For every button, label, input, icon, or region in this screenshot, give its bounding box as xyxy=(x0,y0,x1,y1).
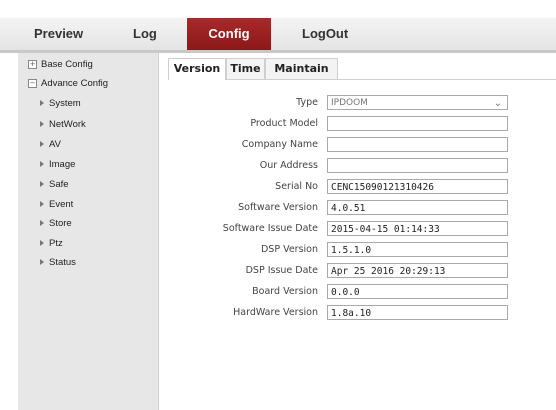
software-issue-date-label: Software Issue Date xyxy=(222,223,318,234)
triangle-right-icon xyxy=(40,220,44,226)
software-version-field[interactable]: 4.0.51 xyxy=(327,200,508,215)
triangle-right-icon xyxy=(40,240,44,246)
hardware-version-field[interactable]: 1.8a.10 xyxy=(327,305,508,320)
type-select-value: IPDOOM xyxy=(331,98,368,108)
software-version-label: Software Version xyxy=(238,202,318,213)
tab-time[interactable]: Time xyxy=(226,58,265,79)
sidebar-item-event[interactable]: Event xyxy=(40,199,73,210)
tree-advance-config[interactable]: − Advance Config xyxy=(28,78,108,89)
nav-log[interactable]: Log xyxy=(133,18,157,50)
type-select[interactable]: IPDOOM ⌄ xyxy=(327,95,508,110)
hardware-version-label: HardWare Version xyxy=(233,307,318,318)
sidebar-item-label: AV xyxy=(49,139,61,150)
triangle-right-icon xyxy=(40,121,44,127)
tree-base-config[interactable]: + Base Config xyxy=(28,59,93,70)
plus-box-icon[interactable]: + xyxy=(28,60,37,69)
sidebar-item-image[interactable]: Image xyxy=(40,159,75,170)
board-version-label: Board Version xyxy=(252,286,318,297)
sidebar-item-safe[interactable]: Safe xyxy=(40,179,69,190)
sidebar-item-system[interactable]: System xyxy=(40,98,81,109)
sidebar-item-label: System xyxy=(49,98,81,109)
our-address-label: Our Address xyxy=(259,160,318,171)
dsp-issue-date-field[interactable]: Apr 25 2016 20:29:13 xyxy=(327,263,508,278)
type-label: Type xyxy=(296,97,318,108)
sidebar-item-network[interactable]: NetWork xyxy=(40,119,86,130)
triangle-right-icon xyxy=(40,161,44,167)
board-version-field[interactable]: 0.0.0 xyxy=(327,284,508,299)
tab-maintain[interactable]: Maintain xyxy=(265,58,338,79)
sidebar-item-label: Image xyxy=(49,159,76,170)
top-nav: Preview Log Config LogOut xyxy=(0,18,556,53)
company-name-label: Company Name xyxy=(241,139,318,150)
sidebar-item-status[interactable]: Status xyxy=(40,257,76,268)
tree-advance-config-label: Advance Config xyxy=(41,78,109,89)
sidebar-item-ptz[interactable]: Ptz xyxy=(40,238,63,249)
sidebar-item-label: Ptz xyxy=(49,238,63,249)
chevron-down-icon[interactable]: ⌄ xyxy=(494,96,502,109)
sidebar-item-store[interactable]: Store xyxy=(40,218,72,229)
main-panel: Version Time Maintain Type IPDOOM ⌄ Prod… xyxy=(160,53,556,410)
dsp-version-label: DSP Version xyxy=(260,244,318,255)
sidebar-item-av[interactable]: AV xyxy=(40,139,61,150)
serial-no-label: Serial No xyxy=(275,181,318,192)
nav-logout[interactable]: LogOut xyxy=(302,18,348,50)
triangle-right-icon xyxy=(40,259,44,265)
sidebar-item-label: Safe xyxy=(49,179,69,190)
triangle-right-icon xyxy=(40,181,44,187)
tab-version[interactable]: Version xyxy=(168,58,226,80)
triangle-right-icon xyxy=(40,141,44,147)
company-name-field[interactable] xyxy=(327,137,508,152)
triangle-right-icon xyxy=(40,100,44,106)
nav-preview[interactable]: Preview xyxy=(34,18,83,50)
product-model-field[interactable] xyxy=(327,116,508,131)
triangle-right-icon xyxy=(40,201,44,207)
nav-config[interactable]: Config xyxy=(187,18,271,50)
our-address-field[interactable] xyxy=(327,158,508,173)
dsp-issue-date-label: DSP Issue Date xyxy=(245,265,318,276)
sidebar-item-label: Event xyxy=(49,199,74,210)
sidebar-item-label: Status xyxy=(49,257,76,268)
dsp-version-field[interactable]: 1.5.1.0 xyxy=(327,242,508,257)
sidebar-item-label: NetWork xyxy=(49,119,86,130)
product-model-label: Product Model xyxy=(250,118,318,129)
minus-box-icon[interactable]: − xyxy=(28,79,37,88)
serial-no-field[interactable]: CENC15090121310426 xyxy=(327,179,508,194)
sidebar-item-label: Store xyxy=(49,218,72,229)
software-issue-date-field[interactable]: 2015-04-15 01:14:33 xyxy=(327,221,508,236)
tab-strip: Version Time Maintain xyxy=(168,58,556,80)
tree-base-config-label: Base Config xyxy=(41,59,93,70)
